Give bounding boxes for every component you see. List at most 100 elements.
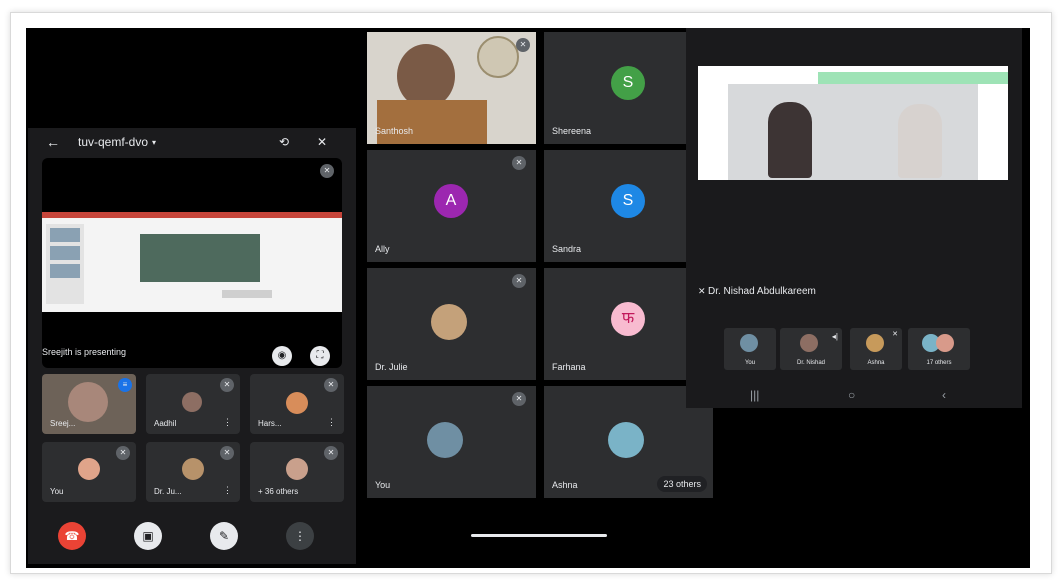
switch-camera-icon[interactable]: ⟲ <box>276 134 292 150</box>
participant-name: Sreej... <box>50 419 76 428</box>
home-indicator[interactable] <box>471 534 607 537</box>
camera-off-icon[interactable]: ▣ <box>134 522 162 550</box>
participant-name: Dr. Ju... <box>154 487 182 496</box>
participant-name: Dr. Julie <box>375 362 408 372</box>
more-options-icon[interactable]: ⋮ <box>223 485 232 496</box>
back-nav-icon[interactable]: ‹ <box>942 388 946 402</box>
home-icon[interactable]: ○ <box>848 388 855 402</box>
more-options-icon[interactable]: ⋮ <box>286 522 314 550</box>
presenter-video[interactable] <box>698 66 1008 180</box>
participant-name: Ashna <box>552 480 578 490</box>
mic-off-icon: ✕ <box>516 38 530 52</box>
participant-name: Shereena <box>552 126 592 136</box>
more-options-icon[interactable]: ⋮ <box>223 417 232 428</box>
participant-name: Farhana <box>552 362 586 372</box>
more-options-icon[interactable]: ⋮ <box>327 417 336 428</box>
others-count: + 36 others <box>258 487 299 496</box>
participant-avatar: A <box>434 184 468 218</box>
mic-off-icon: ✕ <box>698 286 706 296</box>
mic-off-icon: ✕ <box>512 392 526 406</box>
others-tile[interactable]: 17 others <box>908 328 970 370</box>
left-phone-screen: ← tuv-qemf-dvo ▾ ⟲ ✕ ✕ Sreejith is prese… <box>28 128 356 564</box>
fullscreen-icon[interactable]: ⛶ <box>310 346 330 366</box>
speaker-off-icon[interactable]: ✕ <box>314 134 330 150</box>
participant-video <box>397 44 455 108</box>
wall-clock-image <box>477 36 519 78</box>
participant-tile[interactable]: ◂| Dr. Nishad <box>780 328 842 370</box>
speaking-icon: ≡ <box>118 378 132 392</box>
end-call-icon[interactable]: ☎ <box>58 522 86 550</box>
mic-off-icon: ✕ <box>220 378 234 392</box>
others-count[interactable]: 23 others <box>657 476 707 492</box>
participant-name: Ashna <box>867 360 885 366</box>
meeting-header: ← tuv-qemf-dvo ▾ <box>28 128 356 156</box>
mic-off-icon: ✕ <box>324 446 338 460</box>
others-tile[interactable]: ✕ + 36 others <box>250 442 344 502</box>
right-phone-screen: ✕ Dr. Nishad Abdulkareem You ◂| Dr. Nish… <box>686 28 1022 408</box>
mic-off-icon: ✕ <box>116 446 130 460</box>
participant-tile[interactable]: ✕ You <box>367 386 536 498</box>
participant-name: You <box>50 487 64 496</box>
presentation-tile[interactable]: ✕ <box>42 158 342 368</box>
participant-name: You <box>375 480 391 490</box>
others-count: 17 others <box>926 360 952 366</box>
mic-off-icon: ✕ <box>892 331 898 338</box>
participant-tile[interactable]: A ✕ Ally <box>367 150 536 262</box>
participant-name: Ally <box>375 244 390 254</box>
participant-tile[interactable]: ✕ Dr. Ju... ⋮ <box>146 442 240 502</box>
participant-avatar <box>182 392 202 412</box>
slide-text <box>222 290 272 298</box>
participant-avatar <box>427 422 463 458</box>
slide-title-bar <box>42 212 342 218</box>
participant-avatar: फ <box>611 302 645 336</box>
participant-avatar <box>740 334 758 352</box>
participant-tile[interactable]: ✕ Hars... ⋮ <box>250 374 344 434</box>
participant-name: Hars... <box>258 419 282 428</box>
video-person <box>768 102 812 178</box>
participant-avatar <box>866 334 884 352</box>
participant-tile[interactable]: ✕ Ashna <box>850 328 902 370</box>
middle-phone-grid: ✕ Santhosh S Shereena A ✕ Ally S Sandra … <box>365 28 714 544</box>
participant-avatar <box>431 304 467 340</box>
participant-name: You <box>744 360 756 366</box>
meeting-code[interactable]: tuv-qemf-dvo <box>78 135 148 149</box>
participant-avatar <box>936 334 954 352</box>
back-arrow-icon[interactable]: ← <box>46 134 60 150</box>
chevron-down-icon[interactable]: ▾ <box>152 138 156 147</box>
mic-off-button-icon[interactable]: ✎ <box>210 522 238 550</box>
participant-avatar <box>286 458 308 480</box>
participant-tile[interactable]: ✕ Aadhil ⋮ <box>146 374 240 434</box>
pin-icon[interactable]: ◉ <box>272 346 292 366</box>
participant-avatar: S <box>611 184 645 218</box>
presenter-name: Dr. Nishad Abdulkareem <box>708 286 816 297</box>
slide-thumbnails <box>46 224 84 304</box>
participant-tile[interactable]: ✕ Dr. Julie <box>367 268 536 380</box>
participant-tile[interactable]: ✕ Santhosh <box>367 32 536 144</box>
participant-avatar <box>182 458 204 480</box>
slide-banner <box>818 72 1008 84</box>
mic-off-icon: ✕ <box>324 378 338 392</box>
mic-off-icon: ✕ <box>220 446 234 460</box>
participant-tile[interactable]: ✕ You <box>42 442 136 502</box>
slide-image <box>140 234 260 282</box>
participant-tile[interactable]: ≡ Sreej... <box>42 374 136 434</box>
participant-avatar <box>286 392 308 414</box>
participant-avatar: S <box>611 66 645 100</box>
shared-slide <box>42 212 342 312</box>
participant-video-shirt <box>377 100 487 144</box>
participant-avatar <box>608 422 644 458</box>
mic-off-icon: ✕ <box>320 164 334 178</box>
participant-avatar <box>78 458 100 480</box>
participant-tile[interactable]: You <box>724 328 776 370</box>
speaking-icon: ◂| <box>831 332 838 341</box>
participant-name: Sandra <box>552 244 582 254</box>
recent-apps-icon[interactable]: ||| <box>750 388 759 402</box>
call-controls: ☎ ▣ ✎ ⋮ <box>28 510 356 564</box>
video-robot <box>898 104 942 178</box>
participant-name: Aadhil <box>154 419 177 428</box>
participant-name: Dr. Nishad <box>796 360 825 366</box>
mic-off-icon: ✕ <box>512 156 526 170</box>
video-scene <box>728 84 978 180</box>
participant-avatar <box>800 334 818 352</box>
mic-off-icon: ✕ <box>512 274 526 288</box>
